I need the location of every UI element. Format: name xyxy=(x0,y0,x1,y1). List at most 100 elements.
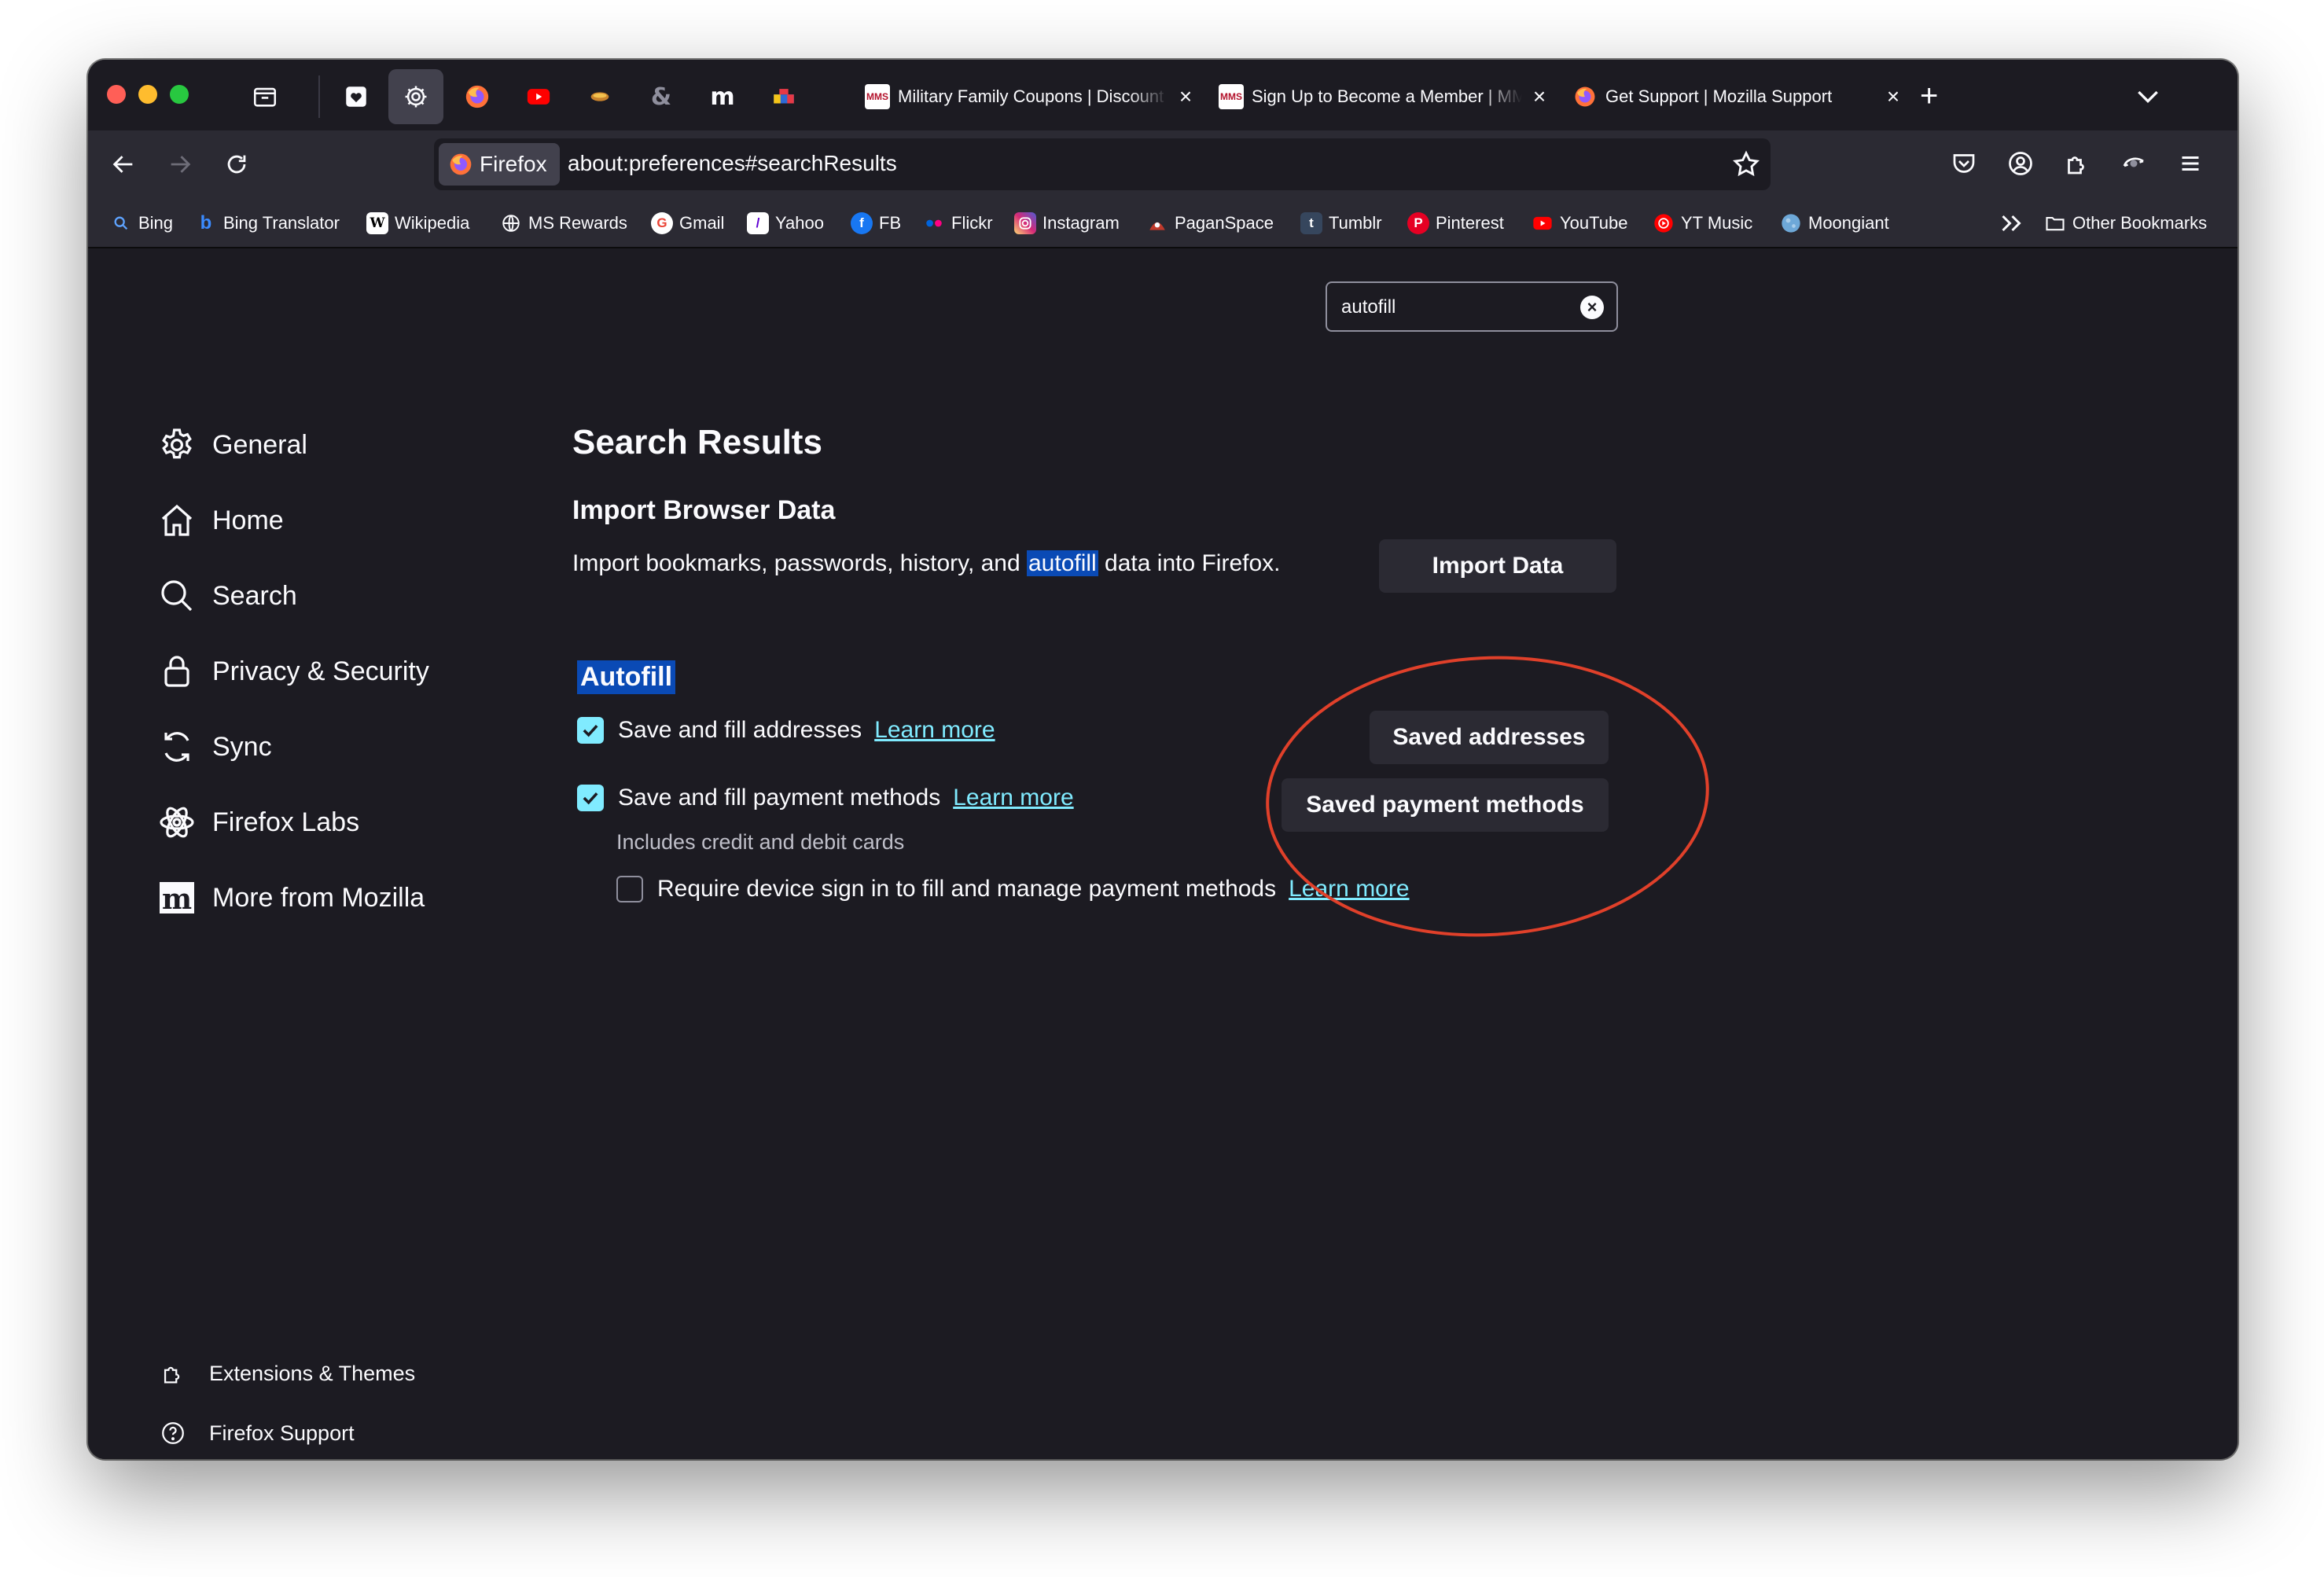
other-bookmarks-folder[interactable]: Other Bookmarks xyxy=(2044,210,2207,237)
lock-icon xyxy=(157,652,197,691)
bookmark-yahoo[interactable]: / Yahoo xyxy=(747,210,824,237)
clear-search-icon[interactable]: × xyxy=(1580,296,1604,319)
facebook-icon: f xyxy=(851,212,873,234)
pinned-tab-medium[interactable]: m xyxy=(695,69,750,124)
require-sign-in-checkbox[interactable] xyxy=(616,876,643,902)
forward-button[interactable] xyxy=(160,145,200,184)
bookmark-youtube[interactable]: YouTube xyxy=(1532,210,1627,237)
tab-sign-up-member[interactable]: MMS Sign Up to Become a Member | MMS × xyxy=(1208,69,1561,124)
sidebar-item-privacy-security[interactable]: Privacy & Security xyxy=(157,646,429,697)
learn-more-link[interactable]: Learn more xyxy=(1289,876,1409,902)
sidebar-item-sync[interactable]: Sync xyxy=(157,722,272,772)
firefox-view-tab[interactable] xyxy=(237,69,292,124)
pinterest-icon: P xyxy=(1407,212,1429,234)
pinned-tab-game[interactable] xyxy=(756,69,811,124)
firefox-icon xyxy=(465,85,489,108)
account-button[interactable] xyxy=(2003,146,2038,181)
learn-more-link[interactable]: Learn more xyxy=(953,785,1073,811)
bookmarks-overflow-icon[interactable] xyxy=(1997,209,2025,237)
bookmark-gmail[interactable]: G Gmail xyxy=(651,210,724,237)
close-icon[interactable]: × xyxy=(1882,84,1904,109)
identity-box[interactable]: Firefox xyxy=(439,143,560,186)
tab-title: Military Family Coupons | Discount xyxy=(898,86,1164,106)
bookmark-moongiant[interactable]: Moongiant xyxy=(1780,210,1889,237)
desc-text: data into Firefox. xyxy=(1098,550,1281,576)
bookmark-bing-translator[interactable]: b Bing Translator xyxy=(195,210,340,237)
preferences-search-box[interactable]: × xyxy=(1326,281,1618,332)
import-data-button[interactable]: Import Data xyxy=(1379,539,1616,593)
bookmark-flickr[interactable]: Flickr xyxy=(923,210,993,237)
pocket-icon xyxy=(1953,154,1975,173)
window-minimize-button[interactable] xyxy=(138,85,157,104)
checkmark-icon xyxy=(583,724,598,737)
sidebar-item-label: Search xyxy=(212,580,297,611)
sync-avatar-icon xyxy=(2123,157,2144,167)
reload-button[interactable] xyxy=(217,145,256,184)
home-icon xyxy=(157,501,197,540)
checkmark-icon xyxy=(583,792,598,805)
sidebar-item-search[interactable]: Search xyxy=(157,571,297,621)
bookmark-tumblr[interactable]: t Tumblr xyxy=(1300,210,1382,237)
bookmark-label: Pinterest xyxy=(1436,213,1504,233)
pocket-button[interactable] xyxy=(1947,146,1981,181)
tab-military-family-coupons[interactable]: MMS Military Family Coupons | Discount × xyxy=(854,69,1208,124)
mozilla-icon: m xyxy=(157,878,197,917)
extensions-button[interactable] xyxy=(2060,146,2094,181)
sidebar-item-home[interactable]: Home xyxy=(157,495,284,546)
bookmark-yt-music[interactable]: YT Music xyxy=(1653,210,1752,237)
bookmark-fb[interactable]: f FB xyxy=(851,210,901,237)
labs-icon xyxy=(157,803,197,842)
arrow-right-icon xyxy=(171,156,191,173)
folder-icon xyxy=(2044,212,2066,234)
saved-addresses-button[interactable]: Saved addresses xyxy=(1370,711,1609,764)
avatar-sync-button[interactable] xyxy=(2116,146,2151,181)
search-input[interactable] xyxy=(1341,294,1577,321)
bowl-icon xyxy=(590,92,609,101)
ytmusic-icon xyxy=(1653,212,1675,234)
back-button[interactable] xyxy=(104,145,143,184)
sidebar-item-more-from-mozilla[interactable]: m More from Mozilla xyxy=(157,873,425,923)
sync-icon xyxy=(157,727,197,766)
sidebar-item-label: More from Mozilla xyxy=(212,882,425,913)
firefox-support-link[interactable]: Firefox Support xyxy=(159,1413,355,1453)
bookmarks-toolbar: Bing b Bing Translator W Wikipedia MS Re… xyxy=(88,198,2238,248)
instagram-icon xyxy=(1014,212,1036,234)
save-payment-checkbox[interactable] xyxy=(577,785,604,811)
firefox-logo-icon xyxy=(450,153,472,175)
saved-payment-methods-button[interactable]: Saved payment methods xyxy=(1282,778,1609,832)
new-tab-button[interactable]: + xyxy=(1920,80,1938,112)
save-addresses-checkbox[interactable] xyxy=(577,717,604,744)
pinned-tab-pocket[interactable] xyxy=(329,69,384,124)
url-bar[interactable]: Firefox about:preferences#searchResults xyxy=(434,138,1771,190)
pinned-tab-firefox[interactable] xyxy=(450,69,505,124)
bookmark-instagram[interactable]: Instagram xyxy=(1014,210,1120,237)
tab-get-support[interactable]: Get Support | Mozilla Support × xyxy=(1561,69,1915,124)
extensions-themes-link[interactable]: Extensions & Themes xyxy=(159,1354,415,1393)
bookmark-paganspace[interactable]: PaganSpace xyxy=(1146,210,1274,237)
bookmark-pinterest[interactable]: P Pinterest xyxy=(1407,210,1504,237)
window-close-button[interactable] xyxy=(107,85,126,104)
app-menu-button[interactable] xyxy=(2173,146,2208,181)
url-text[interactable]: about:preferences#searchResults xyxy=(568,151,897,176)
mms-logo-icon: MMS xyxy=(865,84,890,109)
reload-icon xyxy=(227,155,246,174)
search-icon xyxy=(110,212,132,234)
close-icon[interactable]: × xyxy=(1175,84,1197,109)
bookmark-star-icon[interactable] xyxy=(1731,149,1761,179)
pinned-tab-bowl[interactable] xyxy=(572,69,627,124)
bookmark-bing[interactable]: Bing xyxy=(110,210,173,237)
window-maximize-button[interactable] xyxy=(170,85,189,104)
search-icon xyxy=(157,576,197,616)
desc-text: Import bookmarks, passwords, history, an… xyxy=(572,550,1027,576)
learn-more-link[interactable]: Learn more xyxy=(874,717,995,744)
bookmark-wikipedia[interactable]: W Wikipedia xyxy=(366,210,469,237)
close-icon[interactable]: × xyxy=(1528,84,1550,109)
pinned-tab-settings[interactable] xyxy=(388,69,443,124)
sidebar-item-firefox-labs[interactable]: Firefox Labs xyxy=(157,797,359,847)
arrow-left-icon xyxy=(112,156,133,173)
sidebar-item-general[interactable]: General xyxy=(157,420,307,470)
pinned-tab-ampersand[interactable]: & xyxy=(634,69,689,124)
bookmark-ms-rewards[interactable]: MS Rewards xyxy=(500,210,627,237)
chevron-down-icon[interactable] xyxy=(2132,80,2164,112)
pinned-tab-youtube[interactable] xyxy=(511,69,566,124)
